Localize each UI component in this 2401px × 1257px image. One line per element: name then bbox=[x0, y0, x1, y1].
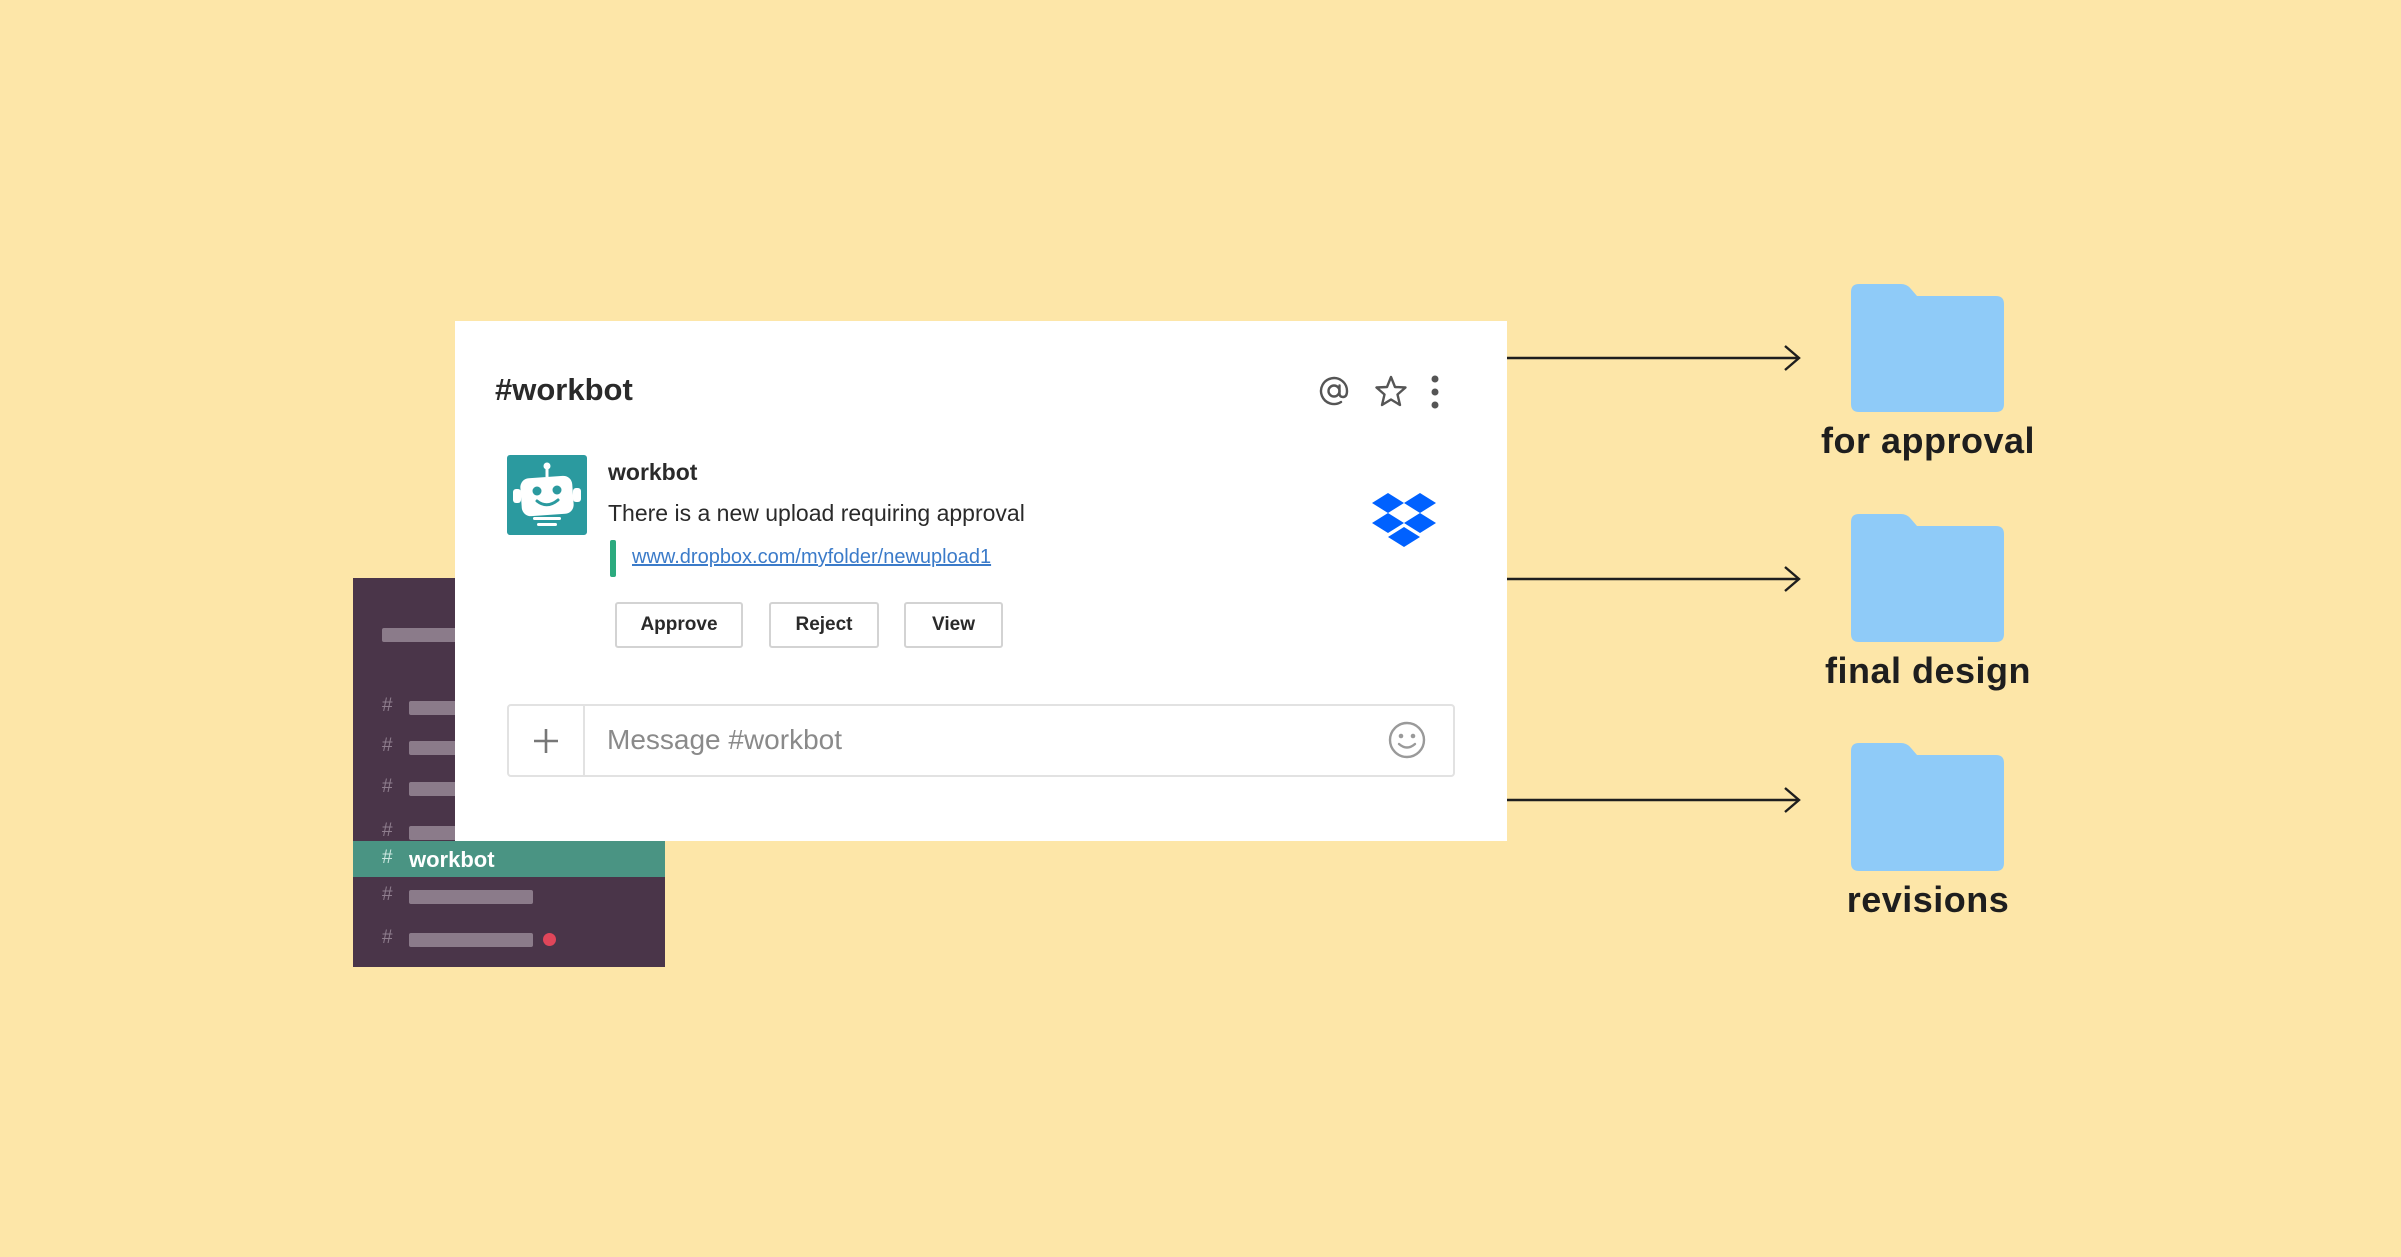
approve-button[interactable]: Approve bbox=[615, 602, 743, 648]
chat-window: #workbot workbot There is a new upload r… bbox=[455, 321, 1507, 841]
message-input[interactable]: Message #workbot bbox=[607, 724, 842, 756]
arrow-to-for-approval bbox=[1507, 345, 1801, 371]
add-attachment-button[interactable] bbox=[509, 706, 585, 775]
message-composer: Message #workbot bbox=[507, 704, 1455, 777]
view-button[interactable]: View bbox=[904, 602, 1003, 648]
folder-label-for-approval: for approval bbox=[1820, 420, 2036, 461]
hash-icon: # bbox=[382, 735, 393, 756]
arrow-to-final-design bbox=[1507, 566, 1801, 592]
hash-icon: # bbox=[382, 847, 393, 868]
message-sender[interactable]: workbot bbox=[608, 459, 697, 486]
star-icon[interactable] bbox=[1374, 374, 1408, 408]
sidebar-channel-workbot[interactable]: # workbot bbox=[353, 841, 665, 877]
folder-icon[interactable] bbox=[1851, 284, 2004, 412]
emoji-icon[interactable] bbox=[1387, 720, 1427, 760]
reject-button[interactable]: Reject bbox=[769, 602, 879, 648]
at-icon[interactable] bbox=[1317, 374, 1351, 408]
hash-icon: # bbox=[382, 820, 393, 841]
channel-name-placeholder bbox=[409, 890, 533, 904]
hash-icon: # bbox=[382, 927, 393, 948]
plus-icon bbox=[534, 728, 558, 753]
channel-title: #workbot bbox=[495, 372, 633, 407]
upload-link[interactable]: www.dropbox.com/myfolder/newupload1 bbox=[632, 546, 991, 569]
robot-icon bbox=[513, 462, 581, 526]
arrow-to-revisions bbox=[1507, 787, 1801, 813]
more-vertical-icon[interactable] bbox=[1428, 374, 1442, 410]
unread-dot bbox=[543, 933, 556, 946]
sidebar-channel-label: workbot bbox=[409, 847, 495, 872]
hash-icon: # bbox=[382, 776, 393, 797]
dropbox-icon bbox=[1372, 493, 1436, 547]
hash-icon: # bbox=[382, 884, 393, 905]
sidebar-channel-item[interactable]: # bbox=[353, 878, 665, 914]
hash-icon: # bbox=[382, 695, 393, 716]
folder-label-final-design: final design bbox=[1824, 650, 2032, 691]
attachment-accent-bar bbox=[610, 540, 616, 577]
folder-icon[interactable] bbox=[1851, 514, 2004, 642]
folder-label-revisions: revisions bbox=[1846, 879, 2010, 920]
channel-name-placeholder bbox=[409, 933, 533, 947]
folder-icon[interactable] bbox=[1851, 743, 2004, 871]
sidebar-channel-item-unread[interactable]: # bbox=[353, 921, 665, 957]
workbot-avatar[interactable] bbox=[507, 455, 587, 535]
message-text: There is a new upload requiring approval bbox=[608, 500, 1025, 526]
